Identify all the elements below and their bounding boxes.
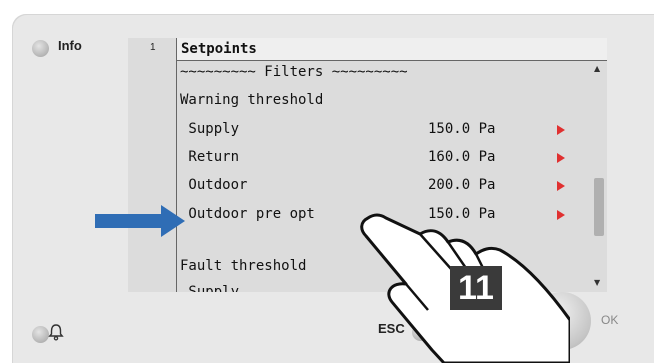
alarm-led xyxy=(32,326,49,343)
row-label: Outdoor xyxy=(180,177,248,193)
menu-row[interactable]: ~~~~~~~~~ Filters ~~~~~~~~~ xyxy=(180,64,408,80)
row-label: Return xyxy=(180,149,240,165)
row-label: Warning threshold xyxy=(180,92,324,108)
ok-label: OK xyxy=(601,313,619,327)
line-number: 1 xyxy=(150,42,156,53)
menu-row-selected[interactable]: Outdoor pre opt 150.0 Pa xyxy=(180,206,495,222)
scrollbar-thumb[interactable] xyxy=(594,178,604,236)
row-label: Outdoor pre opt xyxy=(180,206,315,222)
menu-row: Warning threshold xyxy=(180,92,323,108)
scrollbar[interactable]: ▲ ▼ xyxy=(591,60,605,292)
line-number-column: 1 xyxy=(128,38,176,292)
column-divider xyxy=(176,38,177,292)
page-title: Setpoints xyxy=(181,41,257,57)
row-label: Supply xyxy=(180,121,240,137)
menu-row[interactable]: Supply 150.0 Pa xyxy=(180,121,495,137)
arrow-right-icon[interactable] xyxy=(557,181,565,191)
menu-row[interactable]: Return 160.0 Pa xyxy=(180,149,495,165)
arrow-right-icon[interactable] xyxy=(557,125,565,135)
row-label: Supply xyxy=(180,284,240,292)
bell-icon xyxy=(48,324,64,341)
menu-row[interactable]: Outdoor 200.0 Pa xyxy=(180,177,495,193)
row-value: 160.0 Pa xyxy=(428,149,496,165)
arrow-right-icon[interactable] xyxy=(557,153,565,163)
row-value: 200.0 Pa xyxy=(428,177,496,193)
step-number-badge: 11 xyxy=(450,266,502,310)
scroll-up-icon[interactable]: ▲ xyxy=(594,64,600,73)
menu-row[interactable]: Supply xyxy=(180,284,239,292)
row-value: 150.0 Pa xyxy=(428,121,496,137)
scroll-down-icon[interactable]: ▼ xyxy=(594,278,600,287)
row-label: ~~~~~~~~~ Filters ~~~~~~~~~ xyxy=(180,64,408,80)
pointer-arrow-icon xyxy=(95,205,185,237)
info-led xyxy=(32,40,49,57)
row-label: Fault threshold xyxy=(180,258,307,274)
menu-row: Fault threshold xyxy=(180,258,306,274)
title-bar: Setpoints xyxy=(177,38,607,61)
info-label: Info xyxy=(58,38,82,53)
